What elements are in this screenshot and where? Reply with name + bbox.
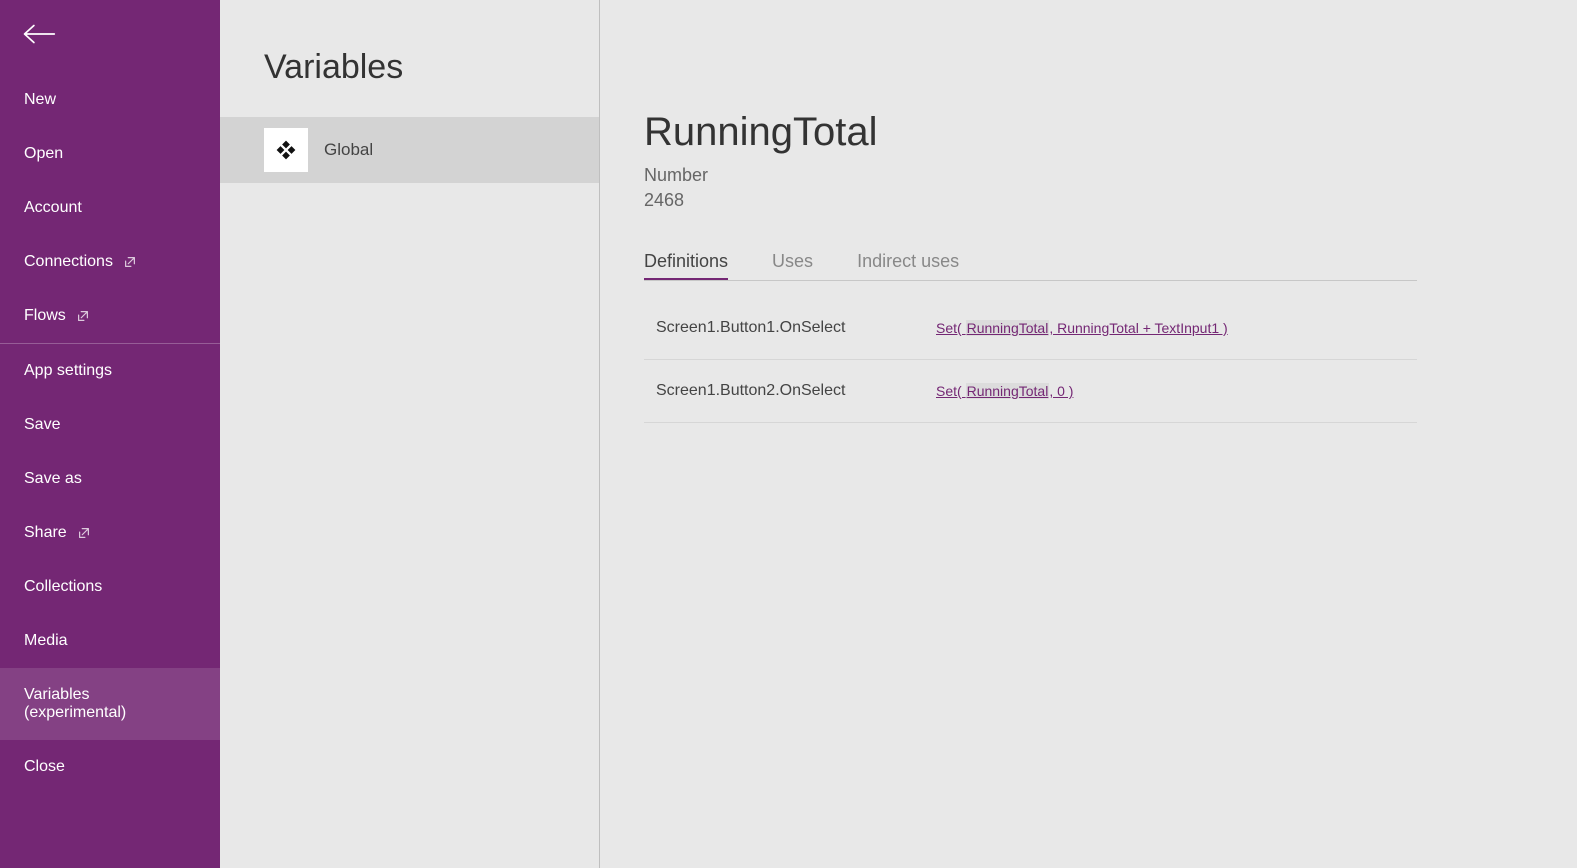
panel-title: Variables (220, 0, 599, 117)
nav-item-label: Save (24, 416, 60, 434)
nav-item-open[interactable]: Open (0, 127, 220, 181)
nav-item-label: Open (24, 145, 63, 163)
nav-item-share[interactable]: Share (0, 506, 220, 560)
nav-item-save-as[interactable]: Save as (0, 452, 220, 506)
formula-text: , RunningTotal + TextInput1 ) (1049, 320, 1227, 336)
nav-item-label: Share (24, 524, 67, 542)
external-link-icon (123, 255, 137, 269)
nav-item-label: Close (24, 758, 65, 776)
formula-highlight: RunningTotal (966, 383, 1050, 399)
file-menu-sidebar: New Open Account Connections Flows App settin… (0, 0, 220, 868)
variable-value: 2468 (644, 190, 1417, 211)
definitions-table: Screen1.Button1.OnSelectSet( RunningTota… (644, 297, 1417, 423)
tab-uses[interactable]: Uses (772, 251, 813, 280)
variable-name: RunningTotal (644, 110, 1417, 155)
tab-indirect-uses[interactable]: Indirect uses (857, 251, 959, 280)
definition-formula-link[interactable]: Set( RunningTotal, RunningTotal + TextIn… (936, 320, 1228, 336)
definition-location: Screen1.Button2.OnSelect (656, 382, 936, 400)
nav-item-flows[interactable]: Flows (0, 289, 220, 343)
nav-item-close[interactable]: Close (0, 740, 220, 794)
definition-row: Screen1.Button1.OnSelectSet( RunningTota… (644, 297, 1417, 360)
nav-item-label: Account (24, 199, 82, 217)
definition-row: Screen1.Button2.OnSelectSet( RunningTota… (644, 360, 1417, 423)
variable-tabs: Definitions Uses Indirect uses (644, 251, 1417, 281)
nav-item-connections[interactable]: Connections (0, 235, 220, 289)
external-link-icon (76, 309, 90, 323)
back-button[interactable] (0, 0, 220, 73)
nav-item-label: Save as (24, 470, 82, 488)
nav-item-label: Collections (24, 578, 102, 596)
formula-text: Set( (936, 320, 966, 336)
formula-text: Set( (936, 383, 966, 399)
nav-item-account[interactable]: Account (0, 181, 220, 235)
scope-label: Global (324, 140, 373, 160)
formula-text: , 0 ) (1049, 383, 1073, 399)
nav-item-save[interactable]: Save (0, 398, 220, 452)
tab-definitions[interactable]: Definitions (644, 251, 728, 280)
nav-item-label: Flows (24, 307, 66, 325)
nav-item-app-settings[interactable]: App settings (0, 344, 220, 398)
global-scope-icon (264, 128, 308, 172)
variable-detail-pane: RunningTotal Number 2468 Definitions Uses… (600, 0, 1577, 868)
nav-item-label: New (24, 91, 56, 109)
definition-location: Screen1.Button1.OnSelect (656, 319, 936, 337)
variables-scope-panel: Variables Global (220, 0, 600, 868)
nav-item-label: App settings (24, 362, 112, 380)
variable-type: Number (644, 165, 1417, 186)
nav-item-label: Variables (experimental) (24, 686, 196, 722)
nav-item-collections[interactable]: Collections (0, 560, 220, 614)
definition-formula-link[interactable]: Set( RunningTotal, 0 ) (936, 383, 1073, 399)
nav-item-label: Media (24, 632, 68, 650)
scope-item-global[interactable]: Global (220, 117, 599, 183)
formula-highlight: RunningTotal (966, 320, 1050, 336)
external-link-icon (77, 526, 91, 540)
nav-item-label: Connections (24, 253, 113, 271)
nav-item-new[interactable]: New (0, 73, 220, 127)
back-arrow-icon (22, 20, 56, 48)
nav-item-media[interactable]: Media (0, 614, 220, 668)
nav-item-variables-experimental[interactable]: Variables (experimental) (0, 668, 220, 740)
